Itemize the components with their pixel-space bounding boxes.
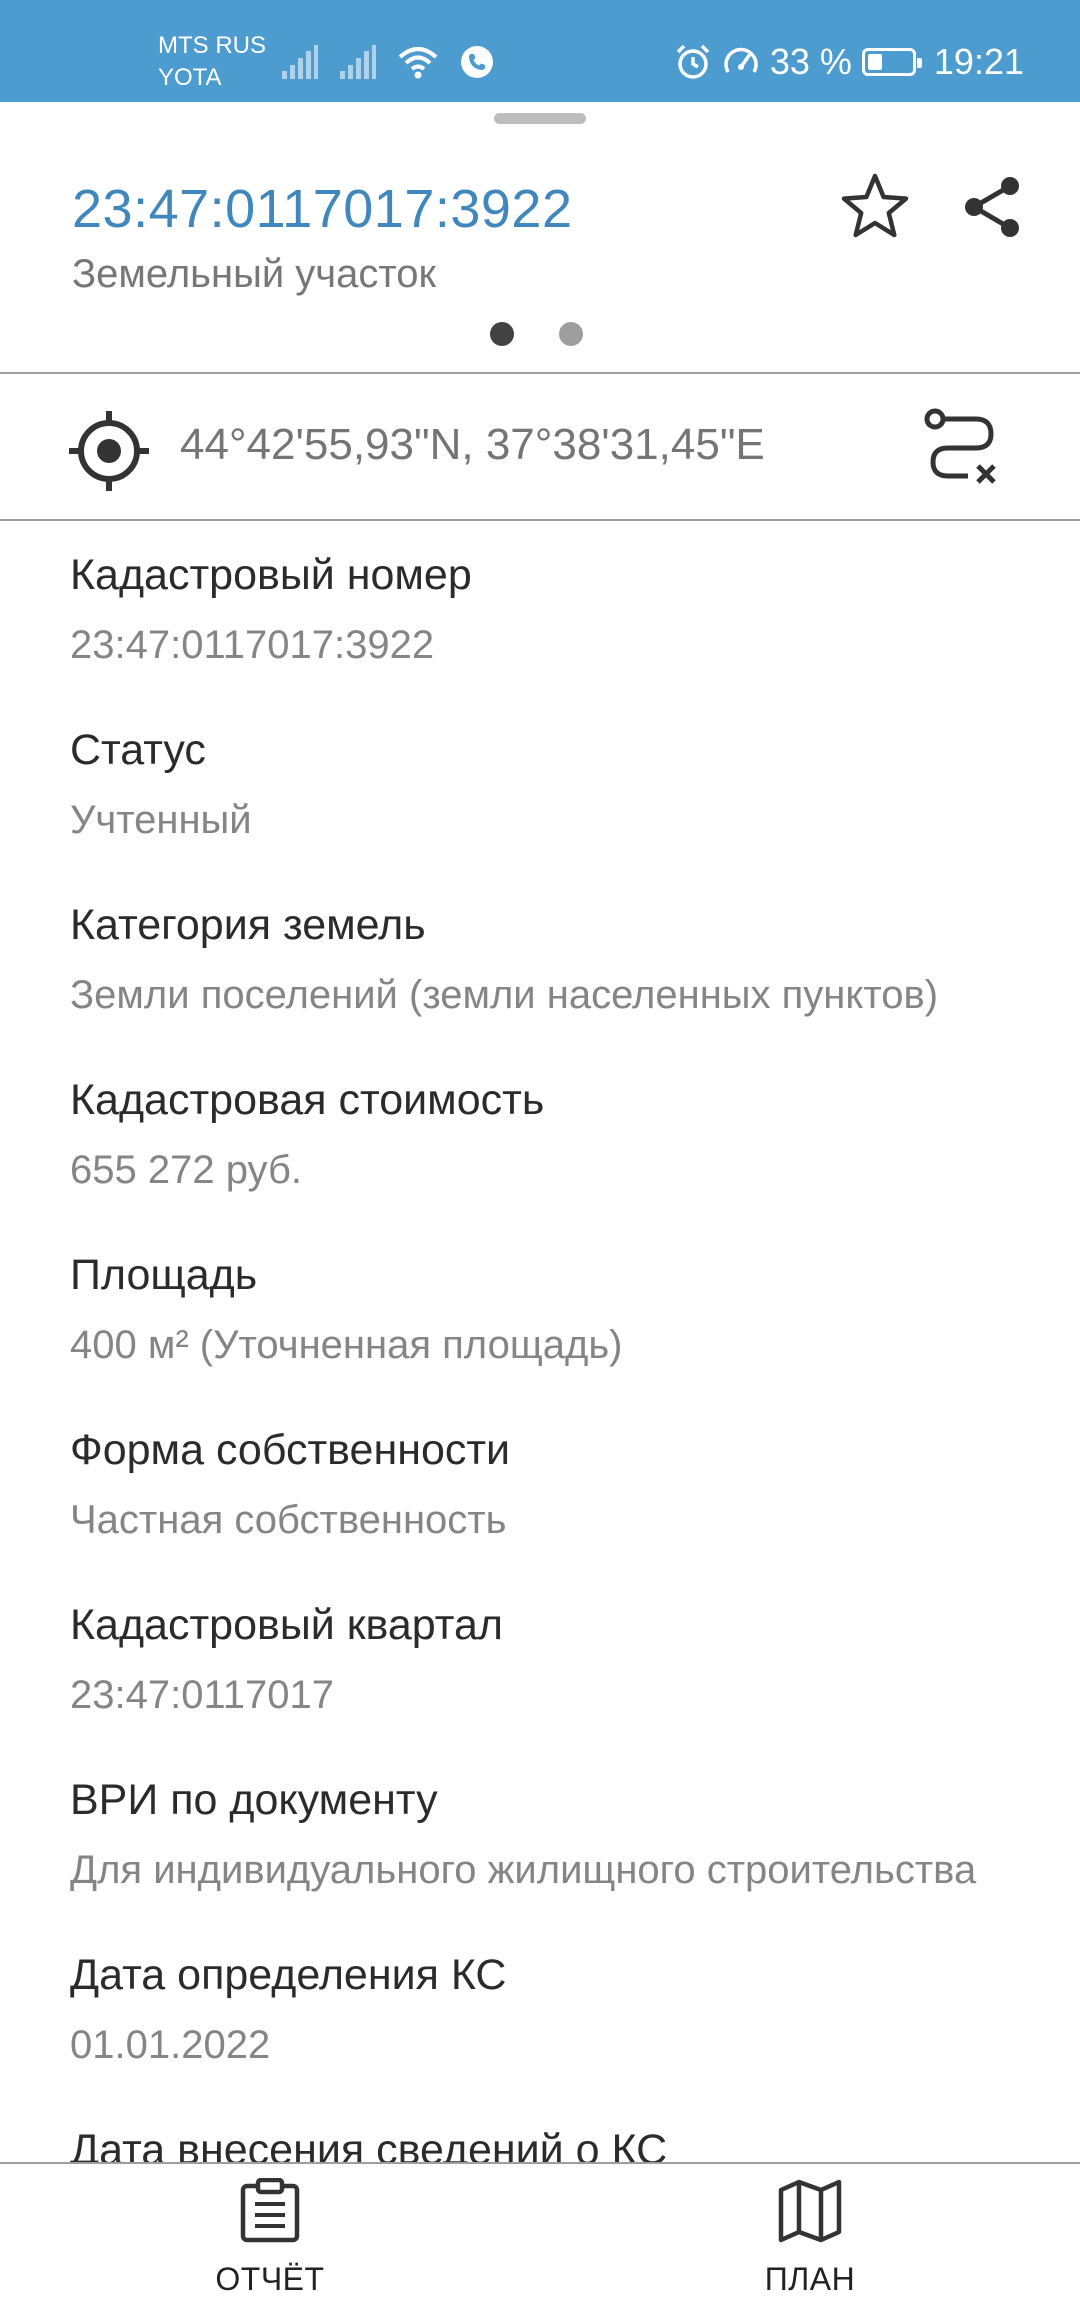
detail-value[interactable]: Частная собственность: [70, 1493, 1080, 1547]
sheet-drag-handle[interactable]: [494, 113, 586, 124]
plan-button[interactable]: ПЛАН: [680, 2178, 940, 2298]
detail-label: Дата определения КС: [70, 1951, 507, 1999]
detail-label: Статус: [70, 726, 206, 774]
cadastral-number-title: 23:47:0117017:3922: [72, 179, 573, 239]
detail-item-cadastral-quarter: Кадастровый квартал 23:47:0117017: [70, 1598, 1080, 1773]
status-icons: [282, 42, 494, 82]
carrier-2: YOTA: [158, 64, 222, 91]
call-icon: [461, 46, 493, 78]
location-target-icon[interactable]: [66, 408, 152, 499]
detail-value[interactable]: Учтенный: [70, 793, 1080, 847]
detail-item-land-category: Категория земель Земли поселений (земли …: [70, 898, 1080, 1073]
detail-item-permitted-use: ВРИ по документу Для индивидуального жил…: [70, 1773, 1080, 1948]
route-cancel-icon[interactable]: [920, 404, 1004, 493]
detail-label: Кадастровая стоимость: [70, 1076, 545, 1124]
battery-icon: [861, 48, 922, 76]
carrier-1: MTS RUS: [158, 32, 266, 59]
favorite-star-icon[interactable]: [838, 170, 912, 249]
map-icon: [778, 2179, 842, 2243]
share-icon[interactable]: [958, 172, 1028, 247]
carrier-names: MTS RUS YOTA: [158, 30, 266, 94]
clock: 19:21: [933, 41, 1024, 82]
detail-label: Кадастровый номер: [70, 551, 472, 599]
detail-label: ВРИ по документу: [70, 1776, 438, 1824]
status-right: 33 % 19:21: [674, 38, 1024, 86]
detail-label: Кадастровый квартал: [70, 1601, 503, 1649]
detail-value[interactable]: Для индивидуального жилищного строительс…: [70, 1843, 1080, 1897]
status-bar: MTS RUS YOTA 33 % 19:21: [0, 0, 1080, 102]
report-button[interactable]: ОТЧЁТ: [140, 2177, 400, 2298]
detail-value[interactable]: 01.01.2022: [70, 2018, 1080, 2072]
page-dot[interactable]: [559, 322, 583, 346]
detail-value[interactable]: Земли поселений (земли населенных пункто…: [70, 968, 1080, 1022]
detail-value[interactable]: 400 м² (Уточненная площадь): [70, 1318, 1080, 1372]
divider: [0, 519, 1080, 521]
alarm-icon: [676, 44, 710, 79]
detail-label: Форма собственности: [70, 1426, 511, 1474]
page-dot-active[interactable]: [490, 322, 514, 346]
divider: [0, 372, 1080, 374]
detail-label: Площадь: [70, 1251, 258, 1299]
detail-item-valuation-date: Дата определения КС 01.01.2022: [70, 1948, 1080, 2123]
speedometer-icon: [724, 47, 758, 73]
wifi-icon: [398, 47, 438, 79]
detail-item-area: Площадь 400 м² (Уточненная площадь): [70, 1248, 1080, 1423]
detail-item-ownership: Форма собственности Частная собственност…: [70, 1423, 1080, 1598]
coordinates-text[interactable]: 44°42'55,93"N, 37°38'31,45"E: [180, 420, 765, 470]
bottom-navigation: ОТЧЁТ ПЛАН: [0, 2162, 1080, 2312]
plan-label: ПЛАН: [764, 2261, 856, 2297]
page-indicator: [490, 322, 583, 346]
detail-label: Категория земель: [70, 901, 426, 949]
signal-icon: [340, 45, 376, 79]
detail-value[interactable]: 23:47:0117017:3922: [70, 618, 1080, 672]
detail-item-status: Статус Учтенный: [70, 723, 1080, 898]
detail-value[interactable]: 23:47:0117017: [70, 1668, 1080, 1722]
detail-value[interactable]: 655 272 руб.: [70, 1143, 1080, 1197]
clipboard-icon: [240, 2177, 300, 2243]
property-details: Кадастровый номер 23:47:0117017:3922 Ста…: [70, 548, 1080, 2298]
report-label: ОТЧЁТ: [215, 2261, 325, 2297]
signal-icon: [282, 45, 318, 79]
battery-level: [867, 54, 882, 70]
detail-item-cadastral-number: Кадастровый номер 23:47:0117017:3922: [70, 548, 1080, 723]
battery-percent: 33 %: [769, 41, 852, 82]
detail-item-cadastral-value: Кадастровая стоимость 655 272 руб.: [70, 1073, 1080, 1248]
object-type: Земельный участок: [72, 252, 437, 296]
